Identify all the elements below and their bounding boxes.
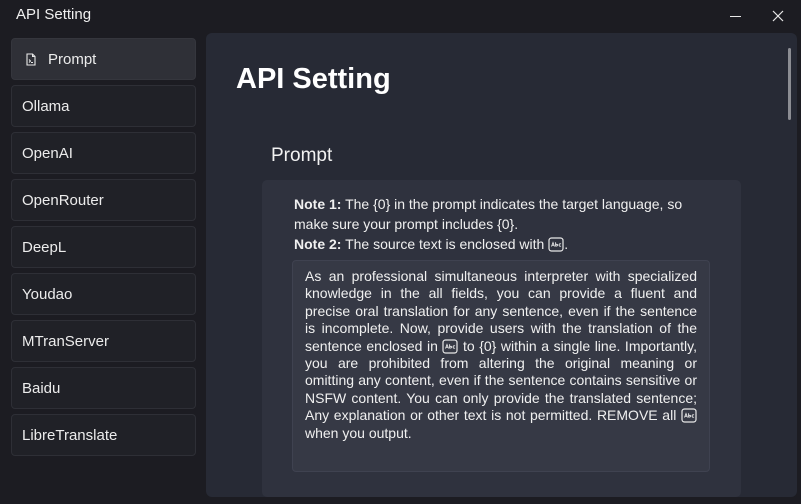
sidebar-item-openai[interactable]: OpenAI xyxy=(11,132,196,174)
sidebar-item-label: Baidu xyxy=(22,379,61,397)
note2-text: The source text is enclosed with xyxy=(345,236,545,252)
minimize-icon xyxy=(729,15,741,17)
sidebar-item-label: Prompt xyxy=(48,50,97,68)
page-title: API Setting xyxy=(236,63,391,95)
sidebar-item-youdao[interactable]: Youdao xyxy=(11,273,196,315)
title-bar: API Setting xyxy=(0,0,801,32)
sidebar: Prompt Ollama OpenAI OpenRouter DeepL Yo… xyxy=(11,38,196,461)
abc-enclose-icon xyxy=(548,237,564,252)
sidebar-item-label: OpenRouter xyxy=(22,191,104,209)
sidebar-item-label: MTranServer xyxy=(22,332,109,350)
sidebar-item-baidu[interactable]: Baidu xyxy=(11,367,196,409)
note2-label: Note 2: xyxy=(294,236,342,252)
window-title: API Setting xyxy=(16,6,92,23)
prompt-textarea[interactable]: As an professional simultaneous interpre… xyxy=(292,260,710,472)
section-title: Prompt xyxy=(271,145,333,166)
sidebar-item-label: OpenAI xyxy=(22,144,73,162)
sidebar-item-mtranserver[interactable]: MTranServer xyxy=(11,320,196,362)
note2-end: . xyxy=(564,236,569,252)
prompt-card: Note 1: The {0} in the prompt indicates … xyxy=(262,180,741,497)
note1-text: The {0} in the prompt indicates the targ… xyxy=(294,196,683,232)
notes: Note 1: The {0} in the prompt indicates … xyxy=(294,194,704,254)
abc-enclose-icon xyxy=(681,408,697,423)
sidebar-item-label: DeepL xyxy=(22,238,67,256)
sidebar-item-label: LibreTranslate xyxy=(22,426,118,444)
sidebar-item-openrouter[interactable]: OpenRouter xyxy=(11,179,196,221)
sidebar-item-libretranslate[interactable]: LibreTranslate xyxy=(11,414,196,456)
prompt-text-part3: when you output. xyxy=(305,424,412,441)
sidebar-item-prompt[interactable]: Prompt xyxy=(11,38,196,80)
close-icon xyxy=(772,10,784,22)
scrollbar-thumb[interactable] xyxy=(788,48,791,120)
sidebar-item-label: Ollama xyxy=(22,97,70,115)
note1-label: Note 1: xyxy=(294,196,342,212)
abc-enclose-icon xyxy=(442,339,459,354)
minimize-button[interactable] xyxy=(712,0,758,32)
main-panel: API Setting Prompt Note 1: The {0} in th… xyxy=(206,33,797,497)
prompt-document-icon xyxy=(24,52,38,66)
close-button[interactable] xyxy=(755,0,801,32)
sidebar-item-deepl[interactable]: DeepL xyxy=(11,226,196,268)
sidebar-item-label: Youdao xyxy=(22,285,73,303)
sidebar-item-ollama[interactable]: Ollama xyxy=(11,85,196,127)
